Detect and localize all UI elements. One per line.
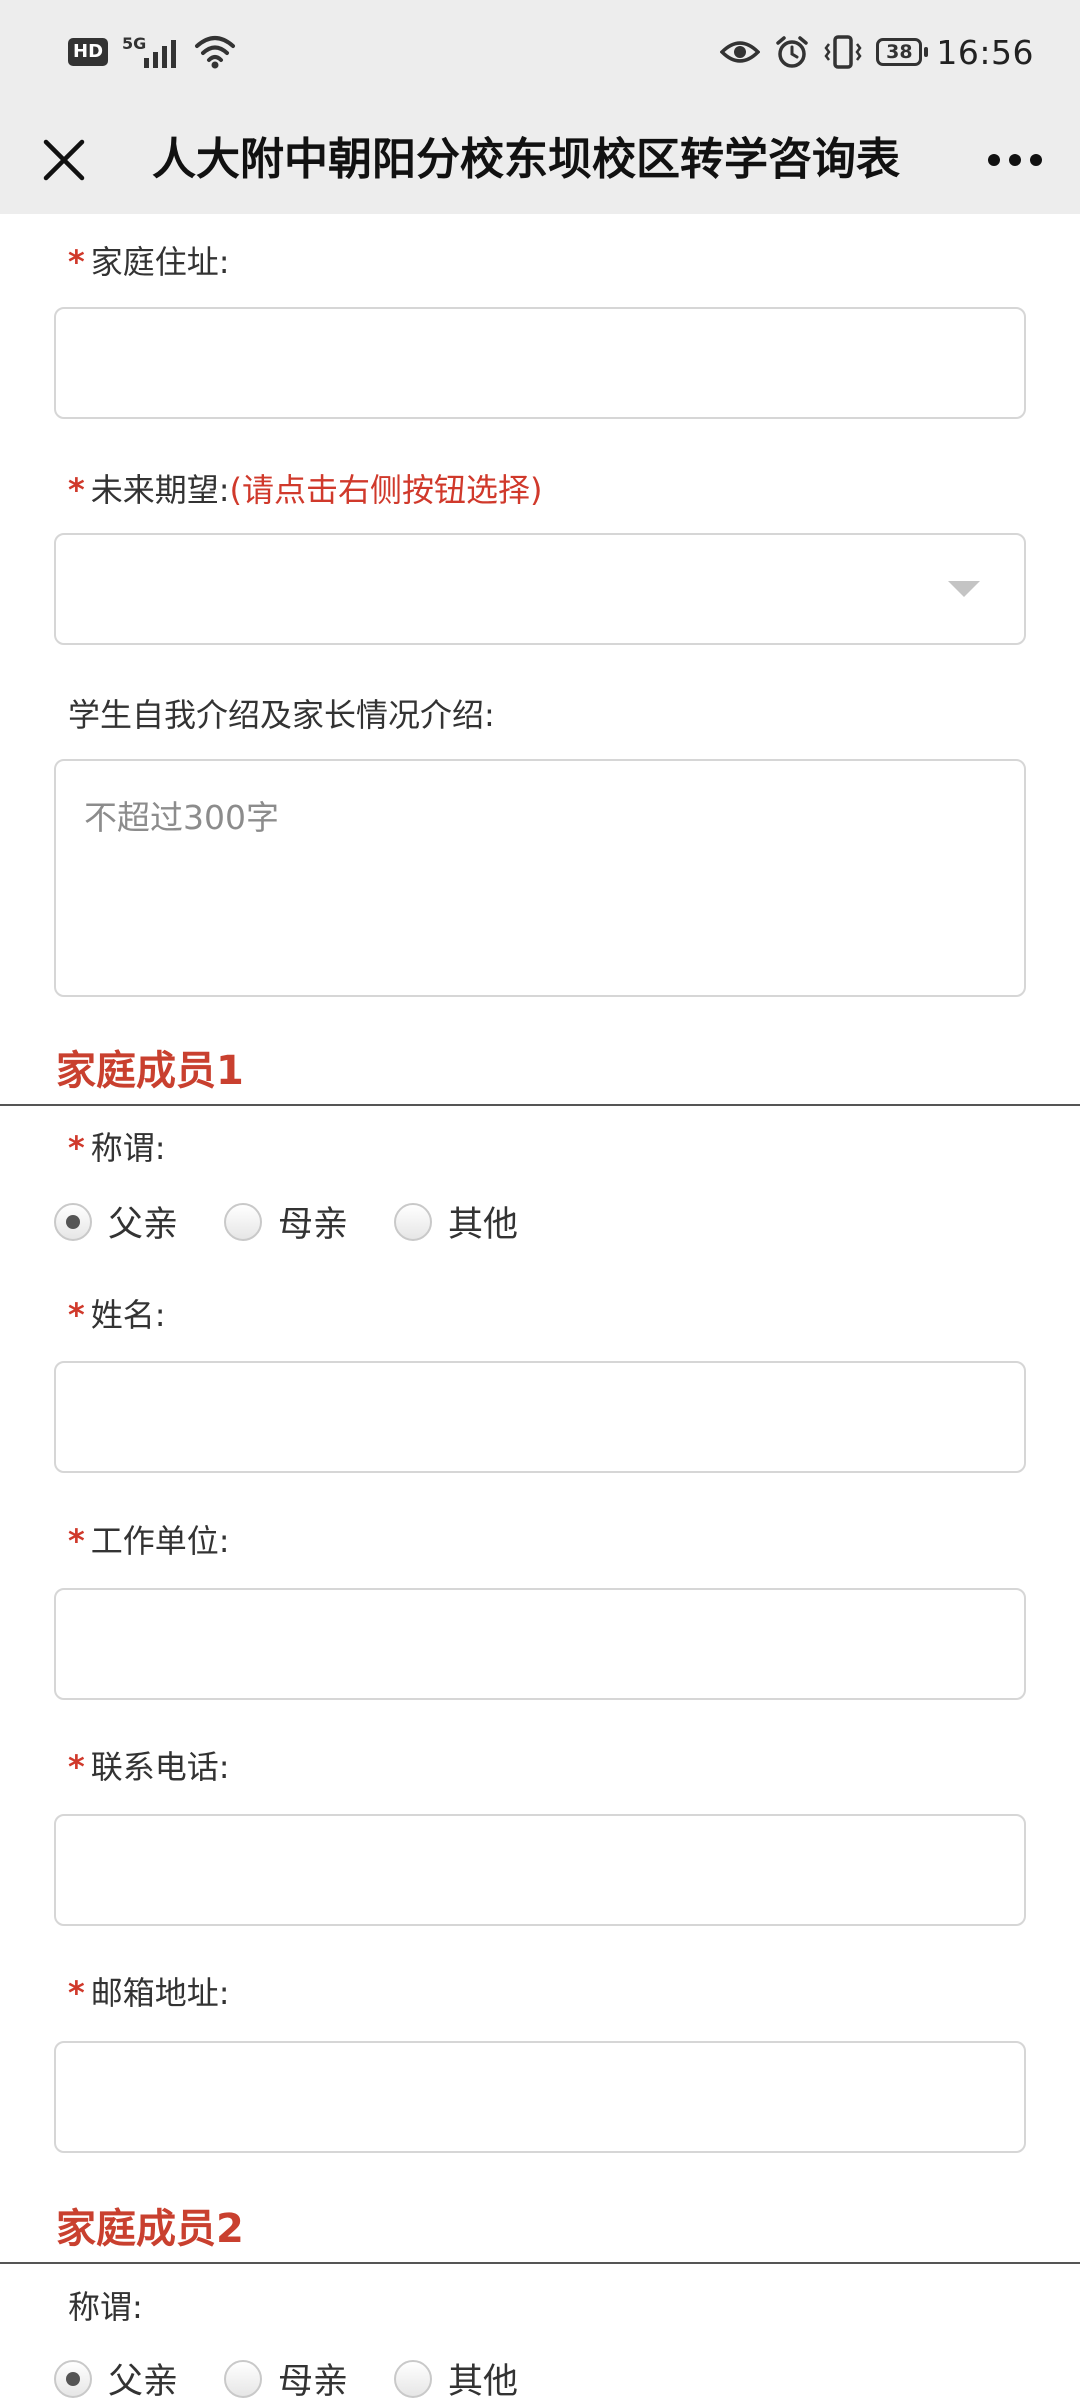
relation-label-2: 称谓: (68, 2285, 143, 2329)
radio-label: 母亲 (278, 1205, 349, 1245)
required-mark: * (68, 1296, 85, 1334)
relation-label: * 称谓: (68, 1126, 166, 1170)
radio-label: 其他 (448, 1205, 519, 1245)
radio-unchecked-icon[interactable] (394, 2359, 433, 2398)
family-member-2-title: 家庭成员2 (56, 2206, 244, 2252)
radio-unchecked-icon[interactable] (224, 1202, 263, 1241)
radio-label: 其他 (448, 2362, 519, 2400)
battery-level: 38 (886, 41, 913, 63)
radio-checked-icon[interactable] (54, 2359, 92, 2398)
introduction-label: 学生自我介绍及家长情况介绍: (68, 693, 495, 737)
required-mark: * (68, 1748, 85, 1786)
relation-option-other[interactable]: 其他 (394, 2353, 518, 2400)
status-time: 16:56 (936, 32, 1034, 72)
phone-label: * 联系电话: (68, 1745, 230, 1789)
close-icon (43, 139, 85, 181)
alarm-icon (776, 36, 809, 68)
name-label: * 姓名: (68, 1293, 166, 1337)
radio-label: 父亲 (108, 1205, 179, 1245)
relation-radio-group: 父亲 母亲 其他 (54, 1196, 564, 1247)
required-mark: * (68, 1974, 85, 2012)
home-address-input[interactable] (54, 307, 1026, 419)
hd-badge: HD (68, 38, 109, 66)
home-address-label: * 家庭住址: (68, 240, 230, 284)
page: HD 5G 38 16:56 人大附中朝阳分校东坝校区转学咨询表 * 家庭住址:… (0, 0, 1080, 2400)
name-input[interactable] (54, 1361, 1026, 1473)
email-label-text: 邮箱地址: (90, 1974, 230, 2012)
dropdown-arrow-icon (948, 581, 980, 597)
status-right: 38 16:56 (720, 28, 1034, 76)
relation-option-mother[interactable]: 母亲 (224, 1196, 348, 1247)
required-mark: * (68, 1522, 85, 1560)
status-bar: HD 5G 38 16:56 (0, 0, 1080, 106)
relation-radio-group-2: 父亲 母亲 其他 (54, 2353, 564, 2400)
battery-icon: 38 (876, 38, 929, 66)
page-title: 人大附中朝阳分校东坝校区转学咨询表 (152, 134, 900, 185)
relation-option-other[interactable]: 其他 (394, 1196, 518, 1247)
vibrate-icon (824, 35, 862, 69)
relation-label-text: 称谓: (90, 1129, 166, 1167)
section-divider (0, 1104, 1080, 1106)
introduction-placeholder: 不超过300字 (84, 798, 279, 837)
wifi-icon (195, 36, 236, 69)
required-mark: * (68, 471, 85, 509)
future-expectation-label: * 未来期望:(请点击右侧按钮选择) (68, 468, 543, 512)
radio-label: 父亲 (108, 2362, 179, 2400)
future-expectation-hint: (请点击右侧按钮选择) (229, 471, 543, 509)
relation-label-text: 称谓: (68, 2288, 143, 2326)
close-button[interactable] (30, 126, 98, 194)
nav-bar: 人大附中朝阳分校东坝校区转学咨询表 (0, 106, 1080, 214)
employer-label: * 工作单位: (68, 1519, 230, 1563)
employer-label-text: 工作单位: (90, 1522, 230, 1560)
phone-label-text: 联系电话: (90, 1748, 230, 1786)
employer-input[interactable] (54, 1588, 1026, 1700)
email-input[interactable] (54, 2041, 1026, 2153)
status-left: HD 5G (68, 30, 236, 74)
radio-unchecked-icon[interactable] (224, 2359, 263, 2398)
more-button[interactable] (980, 132, 1050, 188)
phone-input[interactable] (54, 1814, 1026, 1926)
radio-checked-icon[interactable] (54, 1202, 92, 1241)
required-mark: * (68, 243, 85, 281)
required-mark: * (68, 1129, 85, 1167)
family-member-1-title: 家庭成员1 (56, 1048, 244, 1094)
eye-icon (720, 41, 761, 63)
more-icon (988, 154, 1042, 166)
radio-unchecked-icon[interactable] (394, 1202, 433, 1241)
relation-option-mother[interactable]: 母亲 (224, 2353, 348, 2400)
introduction-textarea[interactable]: 不超过300字 (54, 759, 1026, 997)
future-expectation-select[interactable] (54, 533, 1026, 645)
network-label: 5G (122, 34, 147, 53)
home-address-label-text: 家庭住址: (90, 243, 230, 281)
email-label: * 邮箱地址: (68, 1971, 230, 2015)
name-label-text: 姓名: (90, 1296, 166, 1334)
relation-option-father[interactable]: 父亲 (54, 2353, 178, 2400)
future-expectation-label-text: 未来期望: (90, 471, 230, 509)
radio-label: 母亲 (278, 2362, 349, 2400)
section-divider (0, 2262, 1080, 2264)
introduction-label-text: 学生自我介绍及家长情况介绍: (68, 696, 495, 734)
signal-icon: 5G (122, 32, 180, 72)
relation-option-father[interactable]: 父亲 (54, 1196, 178, 1247)
